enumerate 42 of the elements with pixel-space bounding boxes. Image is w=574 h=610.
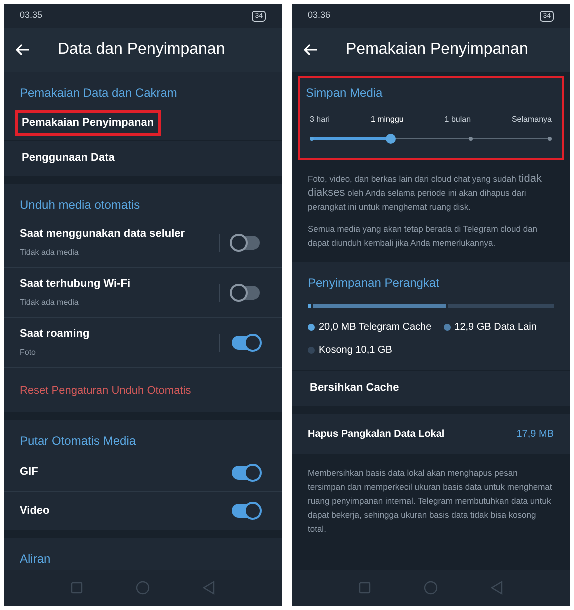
toggle-switch[interactable] — [232, 466, 260, 480]
setting-subtitle: Tidak ada media — [20, 246, 80, 259]
section-title: Penyimpanan Perangkat — [307, 275, 440, 292]
legend-label: Kosong 10,1 GB — [319, 344, 392, 358]
toggle-switch[interactable] — [232, 336, 260, 350]
description-text: Semua media yang akan tetap berada di Telegram cloud dan dapat diunduh kembali jika Anda memerlukannya. — [308, 223, 538, 250]
menu-item[interactable]: Penggunaan Data — [15, 145, 122, 172]
size-value: 17,9 MB — [516, 428, 554, 442]
setting-label: GIF — [20, 465, 40, 480]
section-title: Simpan Media — [306, 85, 384, 102]
screen-title: Data dan Penyimpanan — [58, 40, 226, 60]
toggle-switch[interactable] — [232, 504, 260, 518]
screen-title: Pemakaian Penyimpanan — [346, 40, 528, 60]
setting-label: Saat roaming — [20, 327, 91, 342]
setting-subtitle: Tidak ada media — [20, 296, 80, 309]
status-time: 03.35 — [20, 9, 43, 22]
menu-item[interactable]: Bersihkan Cache — [303, 375, 406, 402]
back-arrow-icon[interactable] — [304, 44, 318, 56]
setting-subtitle: Foto — [20, 346, 38, 359]
reset-link[interactable]: Reset Pengaturan Unduh Otomatis — [20, 385, 192, 397]
back-arrow-icon[interactable] — [16, 44, 30, 56]
description-text: Membersihkan basis data lokal akan menghapus pesan tersimpan dan memperkecil ukuran basis data untuk menghemat ruang penyimpanan internal. Telegram membutuhkan data untuk dapat bekerja, sehingga ukuran basis data tidak bisa kosong total. — [308, 467, 554, 536]
slider-option[interactable]: 1 minggu — [370, 114, 404, 126]
menu-item[interactable]: Pemakaian Penyimpanan — [15, 110, 162, 136]
toggle-switch[interactable] — [232, 286, 260, 300]
description-text: Foto, video, dan berkas lain dari cloud chat yang sudah tidak diakses oleh Anda selama periode ini akan dihapus dari perangkat ini untuk menghemat ruang disk. — [308, 172, 543, 214]
setting-label: Saat menggunakan data seluler — [20, 227, 186, 242]
setting-label: Saat terhubung Wi-Fi — [20, 277, 132, 292]
legend-label: 12,9 GB Data Lain — [454, 321, 537, 335]
slider-track[interactable] — [312, 134, 550, 144]
section-title: Unduh media otomatis — [19, 197, 142, 214]
toggle-switch[interactable] — [232, 236, 260, 250]
setting-label: Video — [20, 504, 51, 519]
section-title: Putar Otomatis Media — [19, 433, 138, 450]
slider-option[interactable]: 3 hari — [310, 114, 330, 126]
slider-option[interactable]: 1 bulan — [444, 114, 472, 126]
section-title: Aliran — [19, 551, 52, 568]
setting-label[interactable]: Hapus Pangkalan Data Lokal — [308, 426, 517, 442]
section-title: Pemakaian Data dan Cakram — [19, 85, 178, 102]
legend-label: 20,0 MB Telegram Cache — [319, 321, 432, 335]
slider-option[interactable]: Selamanya — [512, 114, 552, 126]
status-time: 03.36 — [308, 9, 331, 22]
